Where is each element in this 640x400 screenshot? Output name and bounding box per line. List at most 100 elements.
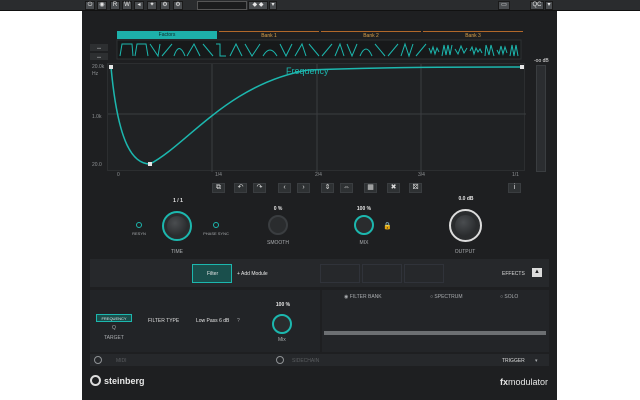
x-tick-1-4: 1/4 bbox=[215, 172, 222, 178]
solo-radio[interactable]: ○ SOLO bbox=[500, 294, 518, 300]
dice-icon[interactable]: ⚄ bbox=[409, 183, 422, 193]
power-button[interactable]: ⏻ bbox=[85, 1, 95, 10]
flip-vertical-icon[interactable]: ⇕ bbox=[321, 183, 334, 193]
trigger-dropdown-icon[interactable]: ▾ bbox=[535, 358, 538, 364]
plugin-frame: Factors Bank 1 Bank 2 Bank 3 ▬ ▬ Frequen… bbox=[82, 11, 557, 400]
read-button[interactable]: R bbox=[110, 1, 120, 10]
filter-mix-value: 100 % bbox=[275, 302, 291, 308]
tab-bank-3[interactable]: Bank 3 bbox=[423, 31, 523, 39]
resync-label: RESYN bbox=[132, 231, 146, 236]
duplicate-icon[interactable]: ⧉ bbox=[212, 183, 225, 193]
filter-mix-knob[interactable] bbox=[272, 314, 292, 334]
target-label: TARGET bbox=[104, 335, 124, 341]
smooth-knob[interactable] bbox=[268, 215, 288, 235]
shape-thumbnails[interactable] bbox=[82, 39, 557, 61]
more-button[interactable]: ▾ bbox=[545, 1, 553, 10]
redo-icon[interactable]: ↷ bbox=[253, 183, 266, 193]
add-module-button[interactable]: + Add Module bbox=[237, 271, 268, 277]
graph-overlay-label: Frequency bbox=[286, 66, 329, 76]
options-icon[interactable]: ⚙ bbox=[173, 1, 183, 10]
module-slot-3[interactable] bbox=[320, 264, 360, 283]
shift-left-icon[interactable]: ‹ bbox=[278, 183, 291, 193]
filter-bank-radio[interactable]: ◉ FILTER BANK bbox=[344, 294, 382, 300]
host-toolbar: ⏻ ◉ R W ◂ ✦ ⚙ ⚙ ◆ ◆ ▾ ▭ QC ▾ bbox=[0, 0, 640, 11]
qc-button[interactable]: QC bbox=[530, 1, 544, 10]
y-tick-unit: Hz bbox=[92, 71, 99, 77]
sidechain-icon[interactable] bbox=[276, 356, 284, 364]
midi-label[interactable]: MIDI bbox=[116, 358, 127, 364]
random-icon[interactable]: ✖ bbox=[387, 183, 400, 193]
effects-label: EFFECTS bbox=[502, 271, 525, 277]
effects-collapse-button[interactable]: ▲ bbox=[532, 268, 542, 277]
filter-module[interactable]: Filter bbox=[192, 264, 232, 283]
footer-control-row bbox=[90, 354, 549, 366]
time-knob-face[interactable] bbox=[167, 216, 187, 236]
phase-sync-label: PHASE SYNC bbox=[203, 231, 229, 236]
preset-menu-button[interactable]: ▾ bbox=[269, 1, 277, 10]
effects-bar[interactable] bbox=[324, 331, 546, 335]
write-button[interactable]: W bbox=[122, 1, 132, 10]
mix-value: 100 % bbox=[356, 206, 372, 212]
module-slot-5[interactable] bbox=[404, 264, 444, 283]
mix-lock-icon[interactable]: 🔒 bbox=[383, 222, 392, 230]
product-name-bold: fx bbox=[500, 377, 509, 387]
y-tick-20: 20.0 bbox=[92, 162, 102, 168]
midi-icon[interactable] bbox=[94, 356, 102, 364]
resync-indicator[interactable] bbox=[136, 222, 142, 228]
modulation-graph[interactable]: Frequency bbox=[107, 63, 526, 172]
y-tick-1k: 1.0k bbox=[92, 114, 102, 120]
x-tick-3-4: 3/4 bbox=[418, 172, 425, 178]
trigger-label[interactable]: TRIGGER bbox=[502, 358, 525, 364]
module-slot-4[interactable] bbox=[362, 264, 402, 283]
product-name-rest: modulator bbox=[508, 377, 549, 387]
info-icon[interactable]: i bbox=[508, 183, 521, 193]
x-tick-2-4: 2/4 bbox=[315, 172, 322, 178]
filter-type-value[interactable]: Low Pass 6 dB bbox=[196, 318, 229, 324]
sidechain-label[interactable]: SIDECHAIN bbox=[292, 358, 319, 364]
shape-mini-btn-2[interactable]: ▬ bbox=[90, 53, 108, 60]
filter-mix-label: Mix bbox=[278, 337, 286, 343]
tab-bank-1[interactable]: Bank 1 bbox=[219, 31, 319, 39]
steinberg-mark-icon bbox=[90, 375, 101, 386]
preset-field[interactable] bbox=[197, 1, 247, 10]
solo-label: SOLO bbox=[504, 294, 519, 300]
image-icon[interactable]: ▦ bbox=[364, 183, 377, 193]
compare-icon[interactable]: ◂ bbox=[134, 1, 144, 10]
steinberg-text: steinberg bbox=[104, 376, 145, 386]
target-frequency-button[interactable]: FREQUENCY bbox=[96, 314, 132, 322]
undo-icon[interactable]: ↶ bbox=[234, 183, 247, 193]
spectrum-label: SPECTRUM bbox=[434, 294, 463, 300]
db-readout: -oo dB bbox=[534, 58, 549, 64]
target-q-option[interactable]: Q bbox=[112, 325, 116, 331]
mix-knob[interactable] bbox=[354, 215, 374, 235]
shape-mini-btn-1[interactable]: ▬ bbox=[90, 44, 108, 51]
bypass-button[interactable]: ◉ bbox=[97, 1, 107, 10]
curve-svg[interactable] bbox=[108, 64, 526, 172]
filter-module-label: Filter bbox=[207, 271, 219, 277]
filter-type-label: FILTER TYPE bbox=[148, 318, 180, 324]
x-tick-1-1: 1/1 bbox=[512, 172, 519, 178]
output-label: OUTPUT bbox=[454, 249, 476, 255]
smooth-label: SMOOTH bbox=[267, 240, 289, 246]
preset-icon[interactable]: ✦ bbox=[147, 1, 157, 10]
time-label: TIME bbox=[171, 249, 183, 255]
flip-horizontal-icon[interactable]: ⇔ bbox=[340, 183, 353, 193]
tab-bank-2[interactable]: Bank 2 bbox=[321, 31, 421, 39]
time-value: 1 / 1 bbox=[173, 198, 183, 204]
preset-nav-button[interactable]: ◆ ◆ bbox=[248, 1, 268, 10]
output-knob-face[interactable] bbox=[455, 215, 476, 236]
shift-right-icon[interactable]: › bbox=[297, 183, 310, 193]
mix-label: MIX bbox=[359, 240, 369, 246]
smooth-value: 0 % bbox=[273, 206, 283, 212]
product-name: fxmodulator bbox=[500, 377, 548, 387]
settings-icon[interactable]: ⚙ bbox=[160, 1, 170, 10]
tab-factors[interactable]: Factors bbox=[117, 31, 217, 39]
output-meter bbox=[536, 65, 546, 172]
output-value: 0.0 dB bbox=[458, 196, 474, 202]
spectrum-radio[interactable]: ○ SPECTRUM bbox=[430, 294, 462, 300]
phase-sync-indicator[interactable] bbox=[213, 222, 219, 228]
filter-type-help-icon[interactable]: ? bbox=[237, 318, 240, 324]
y-tick-20k: 20.0k bbox=[92, 64, 105, 70]
window-icon[interactable]: ▭ bbox=[498, 1, 510, 10]
x-tick-0: 0 bbox=[117, 172, 120, 178]
